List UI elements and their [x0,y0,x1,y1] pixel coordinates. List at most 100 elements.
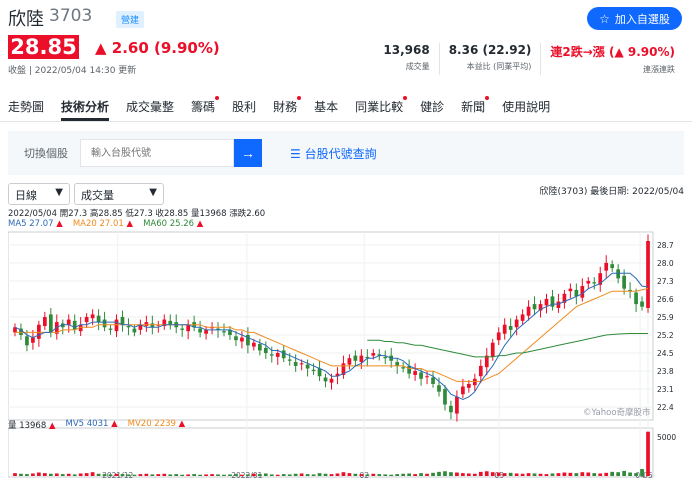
ma-legend: MA5 27.07 ▲ MA20 27.01 ▲ MA60 25.26 ▲ [8,219,203,229]
volume-bar [31,473,35,476]
stat-volume-value: 13,968 [383,43,430,57]
stat-pe-value: 8.36 (22.92) [448,43,532,57]
volume-bar [365,474,370,476]
volume-bar [13,473,17,476]
mv5-value: MV5 4031 [65,419,109,429]
tab-10[interactable]: 使用說明 [502,94,550,121]
add-to-watchlist-label: 加入自選股 [614,13,670,26]
volume-value: 量 13968 [8,421,47,431]
volume-bar [317,473,322,476]
volume-bar [377,474,382,476]
tab-1[interactable]: 技術分析 [61,94,110,121]
candle-body [96,315,101,323]
tab-9[interactable]: 新聞 [461,94,490,121]
candle-body [25,336,29,346]
volume-bar [90,472,95,476]
tab-0[interactable]: 走勢圖 [8,94,44,121]
candle-body [275,353,280,357]
candle-body [299,363,304,365]
candle-body [556,301,561,308]
candle-body [126,326,131,328]
y-tick-label: 28.0 [657,259,674,268]
volume-bar [353,473,358,476]
volume-bar [257,474,262,476]
up-triangle-icon: ▲ [196,219,204,229]
tab-8[interactable]: 健診 [420,94,444,121]
volume-bar [120,474,125,476]
candle-body [616,269,621,279]
volume-bar [508,472,513,476]
candle-body [472,378,477,386]
candle-body [413,371,417,375]
y-tick-label: 25.9 [657,313,674,322]
stat-pe: 8.36 (22.92) 本益比 (同業平均) [438,43,541,75]
y-tick-label: 24.5 [657,349,674,358]
add-to-watchlist-button[interactable]: ☆ 加入自選股 [587,7,682,30]
indicator-select[interactable]: 成交量 ▼ [74,183,164,205]
search-submit-button[interactable]: → [234,139,262,167]
stat-streak-value: 連2跌→漲 (▲ 9.90%) [550,45,675,59]
volume-bar [395,474,400,476]
volume-bar [54,473,59,476]
list-icon: ☰ [290,147,301,161]
volume-bar [263,473,268,476]
candle-body [72,320,77,330]
price-chart[interactable]: 28.7 28.0 27.3 26.6 25.9 25.2 24.5 23.8 23.1 22.4… [8,230,684,478]
volume-bar [293,473,298,476]
volume-bar [478,471,483,476]
mv20-legend: MV20 2239 ▲ [128,419,186,431]
candle-body [490,342,495,357]
switch-stock-label: 切換個股 [24,147,68,160]
candle-body [347,358,352,365]
volume-bar [269,474,274,476]
volume-bar [78,473,83,476]
volume-bar [341,472,346,476]
volume-bar [484,471,489,476]
volume-bar [335,473,340,476]
volume-bar [180,474,185,476]
industry-badge[interactable]: 營建 [116,11,145,28]
candle-body [204,329,208,334]
candle-body [502,324,507,334]
volume-bar [60,474,65,476]
volume-bar [431,472,435,476]
tab-3[interactable]: 籌碼 [191,94,220,121]
code-lookup-link[interactable]: ☰ 台股代號查詢 [290,145,377,162]
volume-bar [413,474,417,476]
ma60-legend: MA60 25.26 ▲ [143,219,203,229]
volume-bar [550,473,555,476]
volume-bar [210,474,214,476]
stock-switcher: 切換個股 → ☰ 台股代號查詢 [8,131,684,175]
volume-bar [646,431,650,476]
candle-body [132,328,137,333]
quote-stats: 13,968 成交量 8.36 (22.92) 本益比 (同業平均) 連2跌→漲… [374,43,684,75]
volume-bar [598,473,603,476]
candle-body [102,319,107,328]
tab-5[interactable]: 財務 [273,94,302,121]
volume-bar [126,474,131,476]
volume-bar [246,474,250,476]
y-tick-label: 27.3 [657,277,674,286]
tab-2[interactable]: 成交彙整 [126,94,174,121]
volume-bar [37,472,41,476]
volume-bar [102,474,107,476]
mv5-legend: MV5 4031 ▲ [66,419,118,431]
volume-bar [222,474,226,476]
volume-bar [472,473,477,476]
y-tick-label: 26.6 [657,295,674,304]
code-lookup-label: 台股代號查詢 [304,147,377,161]
volume-bar [299,473,304,476]
candle-body [305,364,310,369]
tab-6[interactable]: 基本 [314,94,338,121]
candle-body [419,372,423,379]
candle-body [150,323,155,328]
tab-4[interactable]: 股利 [232,94,256,121]
candle-body [461,386,465,395]
volume-bar [455,472,459,476]
volume-bar [66,473,71,476]
candle-body [323,377,328,382]
tab-7[interactable]: 同業比較 [355,94,408,121]
volume-bar [192,474,196,476]
stock-code-input[interactable] [80,139,234,167]
period-select[interactable]: 日線 ▼ [8,183,70,205]
